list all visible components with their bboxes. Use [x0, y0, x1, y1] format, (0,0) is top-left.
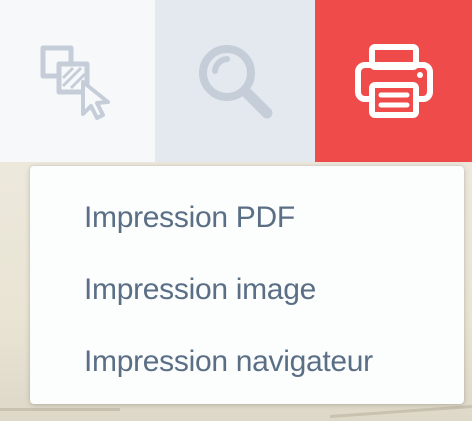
print-menu: Impression PDF Impression image Impressi…: [30, 166, 464, 404]
search-icon: [193, 39, 277, 123]
search-tool-button[interactable]: [155, 0, 315, 162]
map-toolbar: [0, 0, 472, 162]
printer-icon: [354, 43, 434, 119]
print-pdf-option[interactable]: Impression PDF: [30, 196, 464, 268]
select-tool-button[interactable]: [0, 0, 155, 162]
print-browser-option[interactable]: Impression navigateur: [30, 340, 464, 412]
print-tool-button[interactable]: [315, 0, 472, 162]
print-image-option[interactable]: Impression image: [30, 268, 464, 340]
multi-select-cursor-icon: [37, 40, 119, 122]
